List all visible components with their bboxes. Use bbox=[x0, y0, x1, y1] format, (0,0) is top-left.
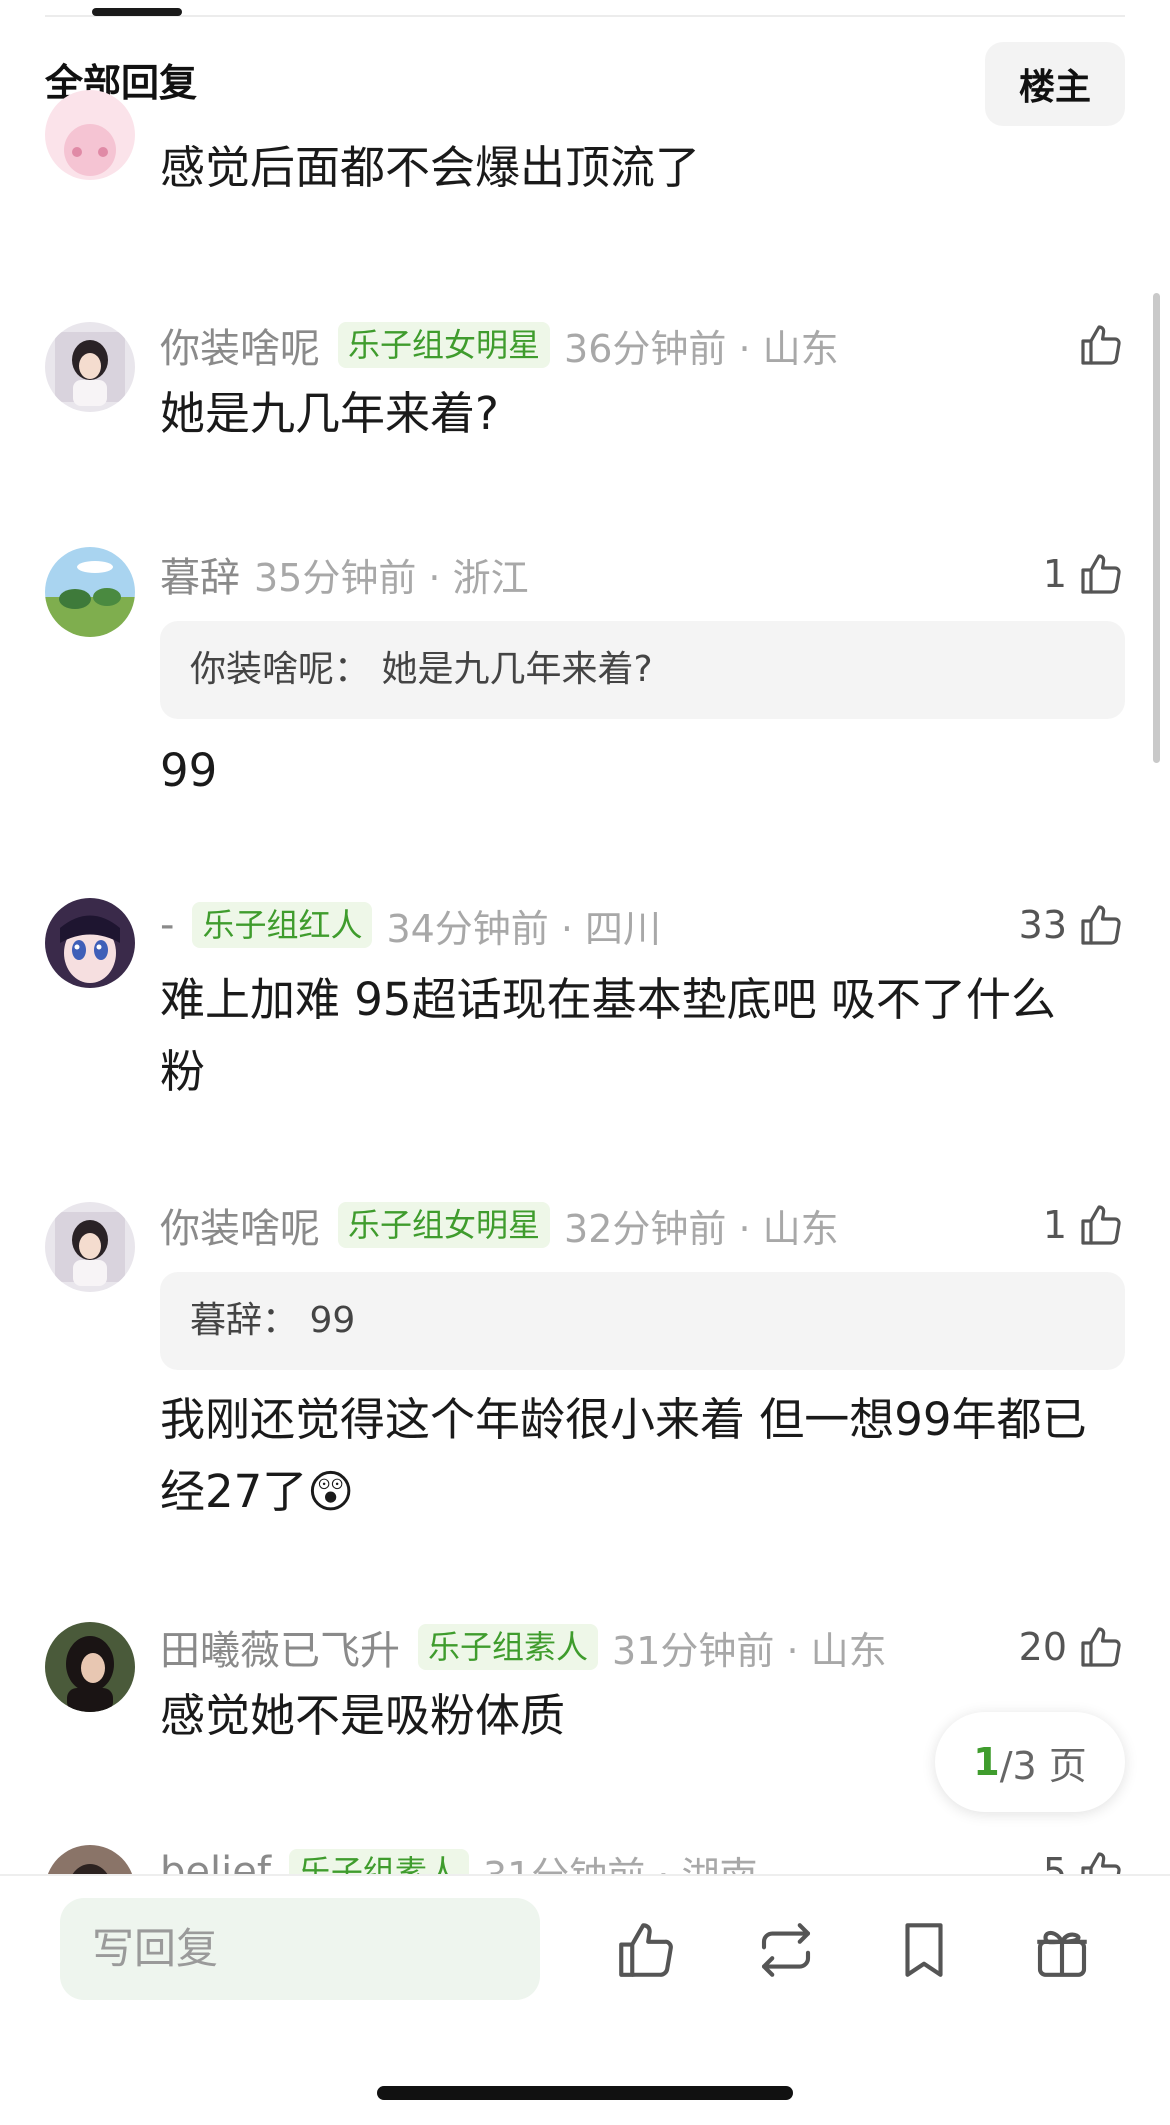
quoted-reply[interactable]: 你装啥呢： 她是九几年来着? bbox=[160, 621, 1125, 719]
repost-button[interactable] bbox=[748, 1912, 824, 1988]
current-page: 1 bbox=[973, 1740, 1000, 1784]
like-count: 20 bbox=[1018, 1625, 1067, 1669]
quoted-reply[interactable]: 暮辞： 99 bbox=[160, 1272, 1125, 1370]
like-count: 1 bbox=[1042, 552, 1067, 596]
like-count: 33 bbox=[1018, 903, 1067, 947]
avatar[interactable] bbox=[45, 1622, 135, 1712]
user-badge: 乐子组女明星 bbox=[338, 1202, 551, 1248]
top-divider bbox=[45, 15, 1125, 17]
comment-text: 她是九几年来着? bbox=[160, 387, 499, 440]
like-button[interactable]: 33 bbox=[1019, 898, 1125, 952]
avatar[interactable] bbox=[45, 898, 135, 988]
username[interactable]: 暮辞 bbox=[160, 545, 240, 603]
like-post-button[interactable] bbox=[608, 1912, 684, 1988]
gift-button[interactable] bbox=[1024, 1912, 1100, 1988]
like-button[interactable]: 20 bbox=[1019, 1620, 1125, 1674]
comment-meta: 36分钟前 · 山东 bbox=[564, 326, 839, 371]
user-badge: 乐子组女明星 bbox=[338, 322, 551, 368]
comment-text: 难上加难 95超话现在基本垫底吧 吸不了什么粉 bbox=[160, 973, 1056, 1098]
like-count: 1 bbox=[1042, 1203, 1067, 1247]
comment-text: 99 bbox=[160, 744, 218, 797]
scrollbar[interactable] bbox=[1153, 293, 1160, 763]
active-tab-indicator bbox=[92, 8, 182, 16]
comment-header: 你装啥呢 乐子组女明星 36分钟前 · 山东 bbox=[160, 318, 839, 372]
comment-text: 感觉后面都不会爆出顶流了 bbox=[160, 141, 701, 194]
username[interactable]: 你装啥呢 bbox=[160, 316, 320, 374]
comment-header: - 乐子组红人 34分钟前 · 四川 bbox=[160, 898, 661, 952]
thumbs-up-icon bbox=[1081, 325, 1121, 365]
thumbs-up-icon bbox=[1081, 1205, 1121, 1245]
thumbs-up-icon bbox=[1081, 905, 1121, 945]
like-button[interactable]: 1 bbox=[1043, 1198, 1125, 1252]
thumbs-up-icon bbox=[1081, 554, 1121, 594]
avatar[interactable] bbox=[45, 547, 135, 637]
bookmark-button[interactable] bbox=[886, 1912, 962, 1988]
comment-text: 我刚还觉得这个年龄很小来着 但一想99年都已经27了😲 bbox=[160, 1393, 1087, 1518]
bookmark-icon bbox=[905, 1923, 943, 1977]
home-indicator bbox=[377, 2086, 793, 2100]
username[interactable]: 田曦薇已飞升 bbox=[160, 1618, 400, 1676]
page-indicator[interactable]: 1/3 页 bbox=[935, 1712, 1125, 1812]
comment-header: 田曦薇已飞升 乐子组素人 31分钟前 · 山东 bbox=[160, 1620, 887, 1674]
username[interactable]: 你装啥呢 bbox=[160, 1196, 320, 1254]
op-only-button[interactable]: 楼主 bbox=[985, 42, 1125, 126]
comment-meta: 34分钟前 · 四川 bbox=[386, 906, 662, 951]
avatar[interactable] bbox=[45, 322, 135, 412]
reply-input[interactable]: 写回复 bbox=[60, 1898, 540, 2000]
thumbs-up-icon bbox=[1081, 1627, 1121, 1667]
like-button[interactable] bbox=[1067, 318, 1125, 372]
comment-meta: 35分钟前 · 浙江 bbox=[254, 555, 529, 600]
page-total: /3 页 bbox=[999, 1743, 1087, 1788]
like-button[interactable]: 1 bbox=[1043, 547, 1125, 601]
thumbs-up-icon bbox=[619, 1923, 673, 1977]
username[interactable]: - bbox=[160, 902, 174, 948]
avatar[interactable] bbox=[45, 90, 135, 180]
gift-icon bbox=[1037, 1930, 1087, 1977]
user-badge: 乐子组红人 bbox=[192, 902, 373, 948]
comment-header: 暮辞 35分钟前 · 浙江 bbox=[160, 547, 529, 601]
repost-icon bbox=[761, 1923, 811, 1977]
bottom-action-bar: 写回复 bbox=[0, 1874, 1170, 2125]
comment-meta: 32分钟前 · 山东 bbox=[564, 1206, 839, 1251]
avatar[interactable] bbox=[45, 1202, 135, 1292]
comment-header: 你装啥呢 乐子组女明星 32分钟前 · 山东 bbox=[160, 1198, 839, 1252]
user-badge: 乐子组素人 bbox=[418, 1624, 599, 1670]
comment-meta: 31分钟前 · 山东 bbox=[612, 1628, 887, 1673]
